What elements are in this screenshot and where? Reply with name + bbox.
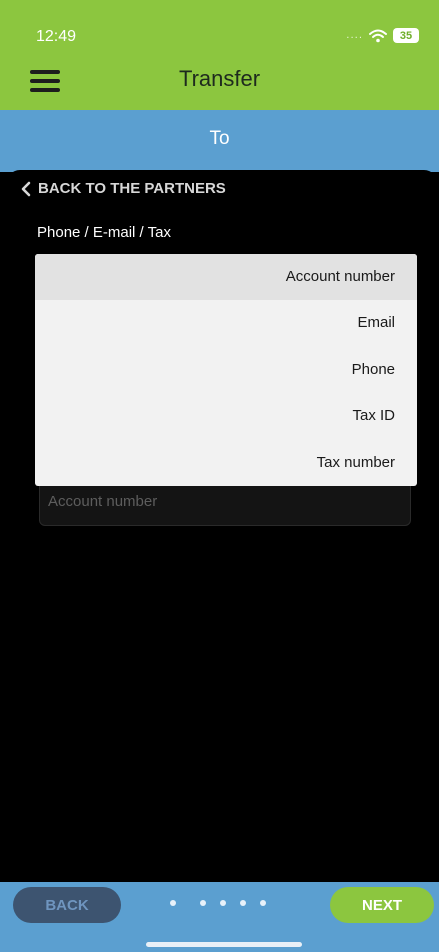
signal-icon: ....: [346, 30, 363, 41]
transfer-screen: 12:49 .... 35 Transfer To BACK TO THE PA…: [0, 0, 439, 952]
bottom-navigation: BACK NEXT: [0, 882, 439, 952]
app-header: 12:49 .... 35 Transfer: [0, 0, 439, 110]
step-header: To: [0, 110, 439, 172]
page-title: Transfer: [178, 66, 261, 91]
step-title: To: [209, 128, 230, 149]
chevron-left-icon: [21, 181, 31, 196]
dropdown-option-email[interactable]: Email: [35, 300, 417, 346]
step-dot: [260, 900, 266, 906]
status-indicators: .... 35: [346, 28, 419, 43]
step-dot: [170, 900, 176, 906]
step-indicator: [170, 900, 266, 906]
home-indicator: [146, 942, 302, 947]
dropdown-option-account-number[interactable]: Account number: [35, 254, 417, 301]
dropdown-option-tax-id[interactable]: Tax ID: [35, 393, 417, 439]
status-time: 12:49: [36, 28, 77, 45]
field-label: Phone / E-mail / Tax: [37, 224, 171, 241]
dropdown-option-tax-number[interactable]: Tax number: [35, 440, 417, 486]
step-dot: [220, 900, 226, 906]
dropdown-option-phone[interactable]: Phone: [35, 347, 417, 393]
back-to-partners-label: BACK TO THE PARTNERS: [38, 180, 226, 197]
wifi-icon: [369, 29, 387, 42]
next-button[interactable]: NEXT: [330, 887, 434, 923]
back-to-partners-link[interactable]: BACK TO THE PARTNERS: [20, 180, 226, 197]
step-dot: [240, 900, 246, 906]
identifier-type-dropdown: Account number Email Phone Tax ID Tax nu…: [35, 254, 417, 486]
battery-icon: 35: [393, 28, 419, 43]
step-dot: [200, 900, 206, 906]
back-button[interactable]: BACK: [13, 887, 121, 923]
